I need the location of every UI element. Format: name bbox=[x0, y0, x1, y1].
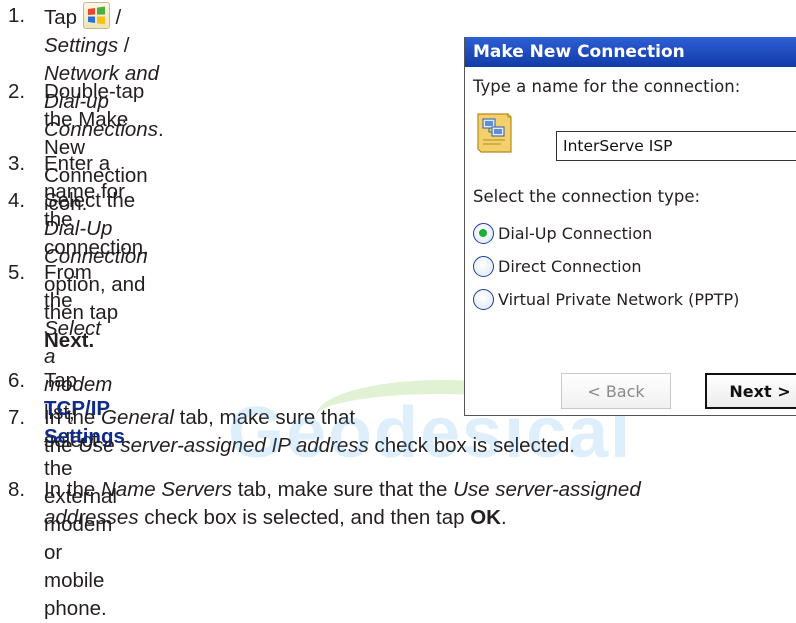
name-prompt-label: Type a name for the connection: bbox=[473, 77, 741, 96]
radio-dial-up-connection[interactable]: Dial-Up Connection bbox=[473, 223, 652, 244]
step-number: 8. bbox=[8, 478, 26, 501]
back-button[interactable]: < Back bbox=[561, 373, 671, 409]
radio-direct-connection[interactable]: Direct Connection bbox=[473, 256, 642, 277]
radio-button[interactable] bbox=[473, 256, 494, 277]
step-number: 4. bbox=[8, 189, 26, 212]
windows-start-icon bbox=[82, 2, 110, 29]
step-number: 7. bbox=[8, 406, 26, 429]
radio-button-checked[interactable] bbox=[473, 223, 494, 244]
radio-button[interactable] bbox=[473, 289, 494, 310]
step-number: 3. bbox=[8, 152, 26, 175]
network-connection-icon bbox=[475, 110, 519, 156]
step-number: 6. bbox=[8, 369, 26, 392]
step-number: 5. bbox=[8, 261, 26, 284]
make-new-connection-dialog: Make New Connection Type a name for the … bbox=[464, 37, 796, 416]
connection-name-input[interactable] bbox=[556, 131, 796, 161]
step-number: 2. bbox=[8, 80, 26, 103]
dialog-title: Make New Connection bbox=[465, 37, 796, 67]
radio-vpn-pptp[interactable]: Virtual Private Network (PPTP) bbox=[473, 289, 739, 310]
step-number: 1. bbox=[8, 4, 26, 27]
connection-type-label: Select the connection type: bbox=[473, 187, 701, 206]
next-button[interactable]: Next > bbox=[705, 373, 796, 409]
